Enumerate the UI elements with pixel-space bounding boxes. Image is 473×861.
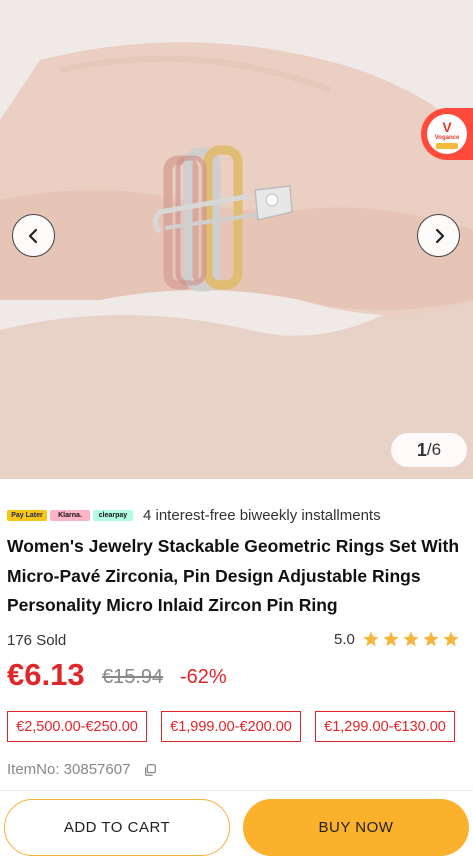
next-image-button[interactable] xyxy=(417,214,460,257)
item-number-text: ItemNo: 30857607 xyxy=(7,761,131,778)
rating[interactable]: 5.0 xyxy=(334,630,460,648)
image-counter-current: 1 xyxy=(416,439,427,460)
product-title: Women's Jewelry Stackable Geometric Ring… xyxy=(7,536,460,615)
product-photo xyxy=(0,0,473,479)
product-image-gallery[interactable]: V Vogance 1 /6 xyxy=(0,0,473,479)
store-badge-name: Vogance xyxy=(434,134,460,141)
star-icon xyxy=(443,631,459,647)
store-logo: V Vogance xyxy=(427,114,467,154)
star-icon xyxy=(363,631,379,647)
clearpay-logo: clearpay xyxy=(93,509,133,521)
sold-count: 176 Sold xyxy=(7,632,67,649)
store-badge-letter: V xyxy=(442,118,452,135)
price-tiers: €2,500.00-€250.00 €1,999.00-€200.00 €1,2… xyxy=(7,711,455,742)
klarna-logo: Klarna. xyxy=(50,509,90,521)
original-price: €15.94 xyxy=(102,666,164,688)
price-tier[interactable]: €1,299.00-€130.00 xyxy=(315,711,455,742)
price-tier[interactable]: €2,500.00-€250.00 xyxy=(7,711,147,742)
installments-text: 4 interest-free biweekly installments xyxy=(143,506,381,524)
image-counter: 1 /6 xyxy=(391,433,467,467)
chevron-right-icon xyxy=(435,228,444,243)
star-icon xyxy=(383,631,399,647)
copy-icon[interactable] xyxy=(143,763,157,777)
discount-percent: -62% xyxy=(180,666,227,688)
image-counter-total: /6 xyxy=(426,440,442,459)
previous-image-button[interactable] xyxy=(12,214,55,257)
store-badge[interactable]: V Vogance xyxy=(421,108,473,160)
item-number: ItemNo: 30857607 xyxy=(7,761,157,778)
star-icon xyxy=(423,631,439,647)
current-price: €6.13 xyxy=(7,657,85,692)
buy-now-button[interactable]: BUY NOW xyxy=(243,799,469,856)
price-tier[interactable]: €1,999.00-€200.00 xyxy=(161,711,301,742)
add-to-cart-button[interactable]: ADD TO CART xyxy=(4,799,230,856)
chevron-left-icon xyxy=(28,228,37,243)
paylater-logo: Pay Later xyxy=(7,509,47,521)
rating-score: 5.0 xyxy=(334,630,355,648)
divider xyxy=(0,790,473,791)
star-icon xyxy=(403,631,419,647)
store-badge-ribbon xyxy=(436,142,458,149)
installments-row[interactable]: Pay Later Klarna. clearpay 4 interest-fr… xyxy=(7,504,381,526)
